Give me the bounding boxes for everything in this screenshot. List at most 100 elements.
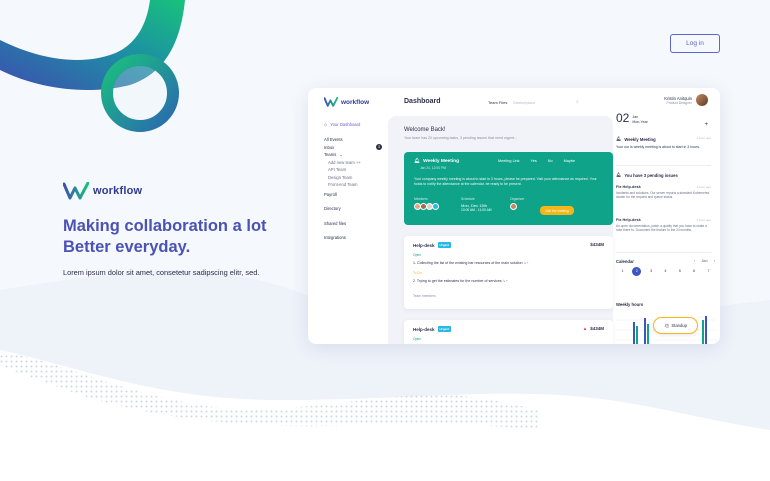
sidebar-item-directory[interactable]: Directory [324, 205, 382, 213]
sidebar-item-api-team[interactable]: API Team [324, 166, 382, 174]
bell-icon: 🔔︎ [414, 159, 421, 164]
sidebar-item-design-team[interactable]: Design Team [324, 174, 382, 182]
task-amount: ▲ $434M [583, 326, 604, 331]
sidebar-item-teams[interactable]: Teams ⌄ [324, 151, 382, 159]
task-status-open: Open [413, 337, 422, 341]
meeting-subtitle: Jan 24, 12:00 PM [420, 166, 446, 170]
task-title-text: Help-desk [413, 242, 435, 248]
meeting-yes-option[interactable]: Yes [531, 159, 537, 163]
calendar-next-icon[interactable]: › [714, 259, 715, 264]
tab-team-files[interactable]: Team Files [488, 100, 507, 105]
calendar-day[interactable]: 6 [690, 269, 699, 276]
date-weekday: Mon-Year [632, 120, 648, 124]
calendar-title: Calendar [616, 259, 634, 264]
calendar-day[interactable]: 1 [618, 269, 627, 276]
meeting-organizer: Organizer [510, 197, 524, 211]
weekly-hours-title: Weekly hours [616, 302, 644, 307]
user-role: Product Designer [666, 100, 692, 105]
decorative-swirl [0, 0, 185, 132]
meeting-link-option[interactable]: Meeting Link [498, 159, 520, 163]
add-event-icon[interactable]: + [704, 122, 708, 128]
hero-section: workflow Making collaboration a lot Bett… [63, 182, 293, 277]
join-meeting-button[interactable]: Join the meeting [540, 206, 574, 215]
sidebar-nav: ◇ Your Dashboard All Events Inbox 3 Team… [324, 121, 382, 242]
calendar-day[interactable]: 3 [647, 269, 656, 276]
calendar-day[interactable]: 4 [661, 269, 670, 276]
issue-item[interactable]: Fix Help-desk 1 hour ago Incidents and s… [616, 185, 711, 200]
task-status-open: Open [413, 253, 422, 257]
page-title: Dashboard [404, 98, 441, 105]
task-card[interactable]: Help-desk Urgent $434M Open 1. Collectin… [404, 236, 613, 309]
issue-time: 1 hour ago [696, 218, 711, 222]
sidebar-item-label: API Team [328, 167, 347, 173]
date-day: 02 [616, 111, 630, 125]
organizer-label: Organizer [510, 197, 525, 201]
date-month: Jan [632, 115, 639, 119]
members-avatars [414, 203, 439, 210]
calendar-day-selected[interactable]: 2 [632, 266, 642, 276]
issue-text: Incidents and solutions. Our server repo… [616, 191, 710, 200]
urgent-tag: Urgent [437, 242, 452, 248]
sidebar-item-shared-files[interactable]: Shared files [324, 220, 382, 228]
meeting-card[interactable]: 🔔︎ Weekly Meeting Jan 24, 12:00 PM Meeti… [404, 152, 613, 225]
meeting-title-text: Weekly Meeting [423, 159, 459, 164]
subtask-icon: ↳+ [502, 279, 508, 283]
task-line-text: 1. Collecting the list of the existing b… [413, 261, 523, 265]
sidebar-item-label: Add new team ++ [328, 159, 361, 165]
divider [616, 165, 711, 166]
calendar-day[interactable]: 7 [704, 269, 713, 276]
sidebar-item-integrations[interactable]: Integrations [324, 234, 382, 242]
sidebar-item-payroll[interactable]: Payroll [324, 191, 382, 199]
hero-headline-line-2: Better everyday. [63, 238, 191, 256]
user-name: Kristin Anitquin [664, 95, 692, 101]
sidebar: workflow ◇ Your Dashboard All Events Inb… [308, 88, 388, 344]
sidebar-item-frontend-team[interactable]: Front-end Team [324, 181, 382, 189]
reminder-text: Your our is weekly meeting is about to s… [616, 145, 700, 149]
reminder-title-text: Weekly Meeting [624, 136, 656, 142]
login-button[interactable]: Log in [670, 34, 720, 53]
avatar [510, 203, 517, 210]
calendar: Calendar ‹ Jan › 1 2 3 4 5 6 7 [616, 259, 715, 276]
wave-hand-icon: 👋︎ [664, 322, 670, 328]
task-card[interactable]: Help-desk Urgent ▲ $434M Open [404, 320, 613, 344]
members-label: Members [414, 197, 428, 201]
calendar-prev-icon[interactable]: ‹ [694, 259, 695, 264]
task-title: Help-desk Urgent [413, 326, 452, 332]
sidebar-item-add-team[interactable]: Add new team ++ [324, 159, 382, 167]
inbox-count-badge: 3 [376, 144, 382, 151]
issue-item[interactable]: Fix Help-desk 1 hour ago An open documen… [616, 218, 711, 233]
sidebar-item-dashboard[interactable]: ◇ Your Dashboard [324, 121, 382, 129]
calendar-nav: ‹ Jan › [694, 259, 715, 264]
calendar-days: 1 2 3 4 5 6 7 [616, 266, 715, 276]
standup-chip[interactable]: 👋︎ Standup [653, 317, 698, 334]
hero-logo: workflow [63, 182, 293, 200]
calendar-day[interactable]: 5 [675, 269, 684, 276]
task-status-todo: To Do [413, 271, 422, 275]
avatar [432, 203, 439, 210]
search-icon[interactable]: ⌕ [576, 99, 579, 105]
tab-marketplace[interactable]: Marketplace [513, 100, 535, 105]
sidebar-item-label: Integrations [324, 235, 346, 241]
sidebar-item-all-events[interactable]: All Events [324, 136, 382, 144]
warning-icon: ▲ [582, 326, 588, 331]
dashboard-mockup: workflow ◇ Your Dashboard All Events Inb… [308, 88, 720, 344]
task-footer: Team members [413, 294, 436, 298]
sidebar-item-inbox[interactable]: Inbox 3 [324, 144, 382, 152]
meeting-title: 🔔︎ Weekly Meeting [414, 159, 459, 164]
sidebar-item-label: Payroll [324, 191, 337, 197]
right-panel: Kristin Anitquin Product Designer 02 Jan… [613, 88, 720, 344]
issue-text: An open documentation, patch a quality t… [616, 224, 707, 233]
hero-tagline: Lorem ipsum dolor sit amet, consetetur s… [63, 268, 260, 277]
user-profile[interactable]: Kristin Anitquin Product Designer [664, 94, 708, 106]
hero-headline: Making collaboration a lot Better everyd… [63, 216, 293, 258]
bell-icon: 🔔︎ [616, 136, 622, 141]
bell-icon: 🔔︎ [616, 172, 622, 177]
meeting-no-option[interactable]: No [548, 159, 553, 163]
divider [616, 252, 711, 253]
main-feed: Welcome Back! Your team has 20 upcoming … [388, 116, 613, 344]
workflow-logo-icon [324, 97, 338, 107]
meeting-maybe-option[interactable]: Maybe [564, 159, 575, 163]
sidebar-item-label: Directory [324, 206, 341, 212]
sidebar-item-label: Inbox [324, 144, 335, 150]
meeting-members: Members [414, 197, 439, 210]
